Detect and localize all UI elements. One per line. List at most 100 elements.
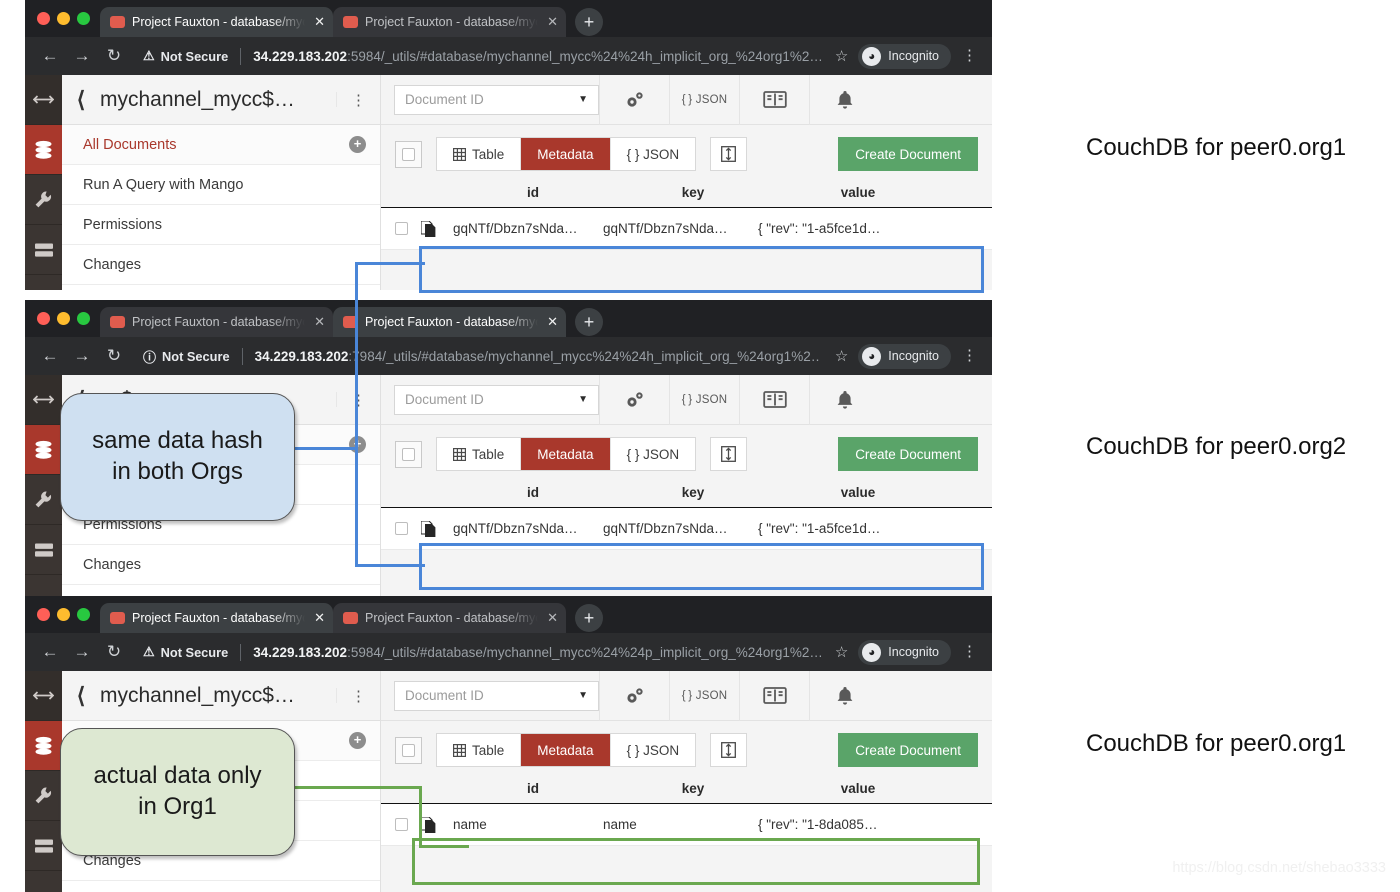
bookmark-star-icon[interactable]: ☆ <box>827 643 856 661</box>
json-view-icon[interactable]: { } JSON <box>669 74 739 125</box>
bookmark-star-icon[interactable]: ☆ <box>827 47 856 65</box>
sidebar-item-databases[interactable] <box>25 425 62 475</box>
sidebar-item-expand[interactable] <box>25 375 62 425</box>
url-input[interactable]: ⚠ Not Secure 34.229.183.202:5984/_utils/… <box>131 638 825 666</box>
document-id-select[interactable]: Document ID ▼ <box>394 84 599 115</box>
maximize-window-dot[interactable] <box>77 312 90 325</box>
forward-icon[interactable]: → <box>67 341 97 371</box>
bookmark-star-icon[interactable]: ☆ <box>827 347 856 365</box>
table-row[interactable]: name name { "rev": "1-8da085… <box>381 803 992 846</box>
forward-icon[interactable]: → <box>67 41 97 71</box>
close-window-dot[interactable] <box>37 608 50 621</box>
select-all-checkbox[interactable] <box>395 440 422 468</box>
tab-metadata[interactable]: Metadata <box>521 734 611 766</box>
column-settings-icon[interactable] <box>710 137 748 171</box>
incognito-badge[interactable]: ◕ Incognito <box>858 43 951 69</box>
table-row[interactable]: gqNTf/Dbzn7sNda… gqNTf/Dbzn7sNda… { "rev… <box>381 207 992 250</box>
sidebar-item-setup[interactable] <box>25 475 62 525</box>
sidebar-item-activetasks[interactable] <box>25 821 62 871</box>
notifications-bell-icon[interactable] <box>809 74 879 125</box>
add-document-icon[interactable]: + <box>349 732 366 749</box>
duplicate-document-icon[interactable] <box>421 220 453 237</box>
json-view-icon[interactable]: { } JSON <box>669 374 739 425</box>
url-input[interactable]: ⓘ Not Secure 34.229.183.202:7984/_utils/… <box>131 342 825 370</box>
table-row[interactable]: gqNTf/Dbzn7sNda… gqNTf/Dbzn7sNda… { "rev… <box>381 507 992 550</box>
row-checkbox[interactable] <box>381 818 421 831</box>
maximize-window-dot[interactable] <box>77 12 90 25</box>
url-input[interactable]: ⚠ Not Secure 34.229.183.202:5984/_utils/… <box>131 42 825 70</box>
sidebar-item-activetasks[interactable] <box>25 225 62 275</box>
row-checkbox[interactable] <box>381 522 421 535</box>
close-window-dot[interactable] <box>37 12 50 25</box>
security-status[interactable]: ⚠ Not Secure <box>143 644 228 660</box>
reload-icon[interactable]: ↻ <box>99 341 129 371</box>
tab-table[interactable]: Table <box>437 138 522 170</box>
documentation-book-icon[interactable] <box>739 374 809 425</box>
sidebar-item-configuration[interactable] <box>25 275 62 290</box>
sidebar-item-databases[interactable] <box>25 721 62 771</box>
documentation-book-icon[interactable] <box>739 74 809 125</box>
document-id-select[interactable]: Document ID ▼ <box>394 384 599 415</box>
browser-tab-1[interactable]: Project Fauxton - database/mycl ✕ <box>100 603 333 633</box>
documentation-book-icon[interactable] <box>739 670 809 721</box>
duplicate-document-icon[interactable] <box>421 816 453 833</box>
minimize-window-dot[interactable] <box>57 312 70 325</box>
sidebar-item-mango-query[interactable]: Run A Query with Mango <box>62 165 380 205</box>
reload-icon[interactable]: ↻ <box>99 41 129 71</box>
sidebar-item-all-documents[interactable]: All Documents + <box>62 125 380 165</box>
tab-close-icon[interactable]: ✕ <box>545 14 558 30</box>
database-menu-icon[interactable]: ⋮ <box>336 391 380 408</box>
back-icon[interactable]: ← <box>35 341 65 371</box>
query-options-gears-icon[interactable] <box>599 74 669 125</box>
sidebar-item-changes[interactable]: Changes <box>62 245 380 285</box>
database-menu-icon[interactable]: ⋮ <box>336 91 380 108</box>
sidebar-item-expand[interactable] <box>25 671 62 721</box>
sidebar-item-activetasks[interactable] <box>25 525 62 575</box>
incognito-badge[interactable]: ◕ Incognito <box>858 343 951 369</box>
incognito-badge[interactable]: ◕ Incognito <box>858 639 951 665</box>
sidebar-item-setup[interactable] <box>25 771 62 821</box>
new-tab-button[interactable]: + <box>575 604 603 632</box>
create-document-button[interactable]: Create Document <box>838 437 978 471</box>
browser-tab-1[interactable]: Project Fauxton - database/mycl ✕ <box>100 7 333 37</box>
maximize-window-dot[interactable] <box>77 608 90 621</box>
tab-close-icon[interactable]: ✕ <box>545 610 558 626</box>
add-document-icon[interactable]: + <box>349 136 366 153</box>
tab-json[interactable]: { } JSON <box>611 138 696 170</box>
tab-json[interactable]: { } JSON <box>611 734 696 766</box>
security-status[interactable]: ⓘ Not Secure <box>143 347 230 366</box>
tab-close-icon[interactable]: ✕ <box>312 14 325 30</box>
browser-menu-icon[interactable]: ⋮ <box>953 645 982 659</box>
tab-close-icon[interactable]: ✕ <box>312 314 325 330</box>
browser-tab-2[interactable]: Project Fauxton - database/mycl ✕ <box>333 7 566 37</box>
select-all-checkbox[interactable] <box>395 140 422 168</box>
tab-close-icon[interactable]: ✕ <box>312 610 325 626</box>
create-document-button[interactable]: Create Document <box>838 733 978 767</box>
tab-metadata[interactable]: Metadata <box>521 438 611 470</box>
database-menu-icon[interactable]: ⋮ <box>336 687 380 704</box>
browser-menu-icon[interactable]: ⋮ <box>953 49 982 63</box>
column-settings-icon[interactable] <box>710 733 748 767</box>
browser-menu-icon[interactable]: ⋮ <box>953 349 982 363</box>
minimize-window-dot[interactable] <box>57 608 70 621</box>
sidebar-item-expand[interactable] <box>25 75 62 125</box>
security-status[interactable]: ⚠ Not Secure <box>143 48 228 64</box>
sidebar-item-changes[interactable]: Changes <box>62 545 380 585</box>
close-window-dot[interactable] <box>37 312 50 325</box>
browser-tab-1[interactable]: Project Fauxton - database/mycl ✕ <box>100 307 333 337</box>
back-icon[interactable]: ← <box>35 41 65 71</box>
sidebar-item-databases[interactable] <box>25 125 62 175</box>
select-all-checkbox[interactable] <box>395 736 422 764</box>
back-icon[interactable]: ← <box>35 637 65 667</box>
forward-icon[interactable]: → <box>67 637 97 667</box>
tab-close-icon[interactable]: ✕ <box>545 314 558 330</box>
tab-table[interactable]: Table <box>437 438 522 470</box>
tab-json[interactable]: { } JSON <box>611 438 696 470</box>
browser-tab-2[interactable]: Project Fauxton - database/mycl ✕ <box>333 307 566 337</box>
minimize-window-dot[interactable] <box>57 12 70 25</box>
new-tab-button[interactable]: + <box>575 308 603 336</box>
sidebar-item-setup[interactable] <box>25 175 62 225</box>
back-chevron-icon[interactable]: ⟨ <box>62 87 100 113</box>
new-tab-button[interactable]: + <box>575 8 603 36</box>
sidebar-item-permissions[interactable]: Permissions <box>62 205 380 245</box>
